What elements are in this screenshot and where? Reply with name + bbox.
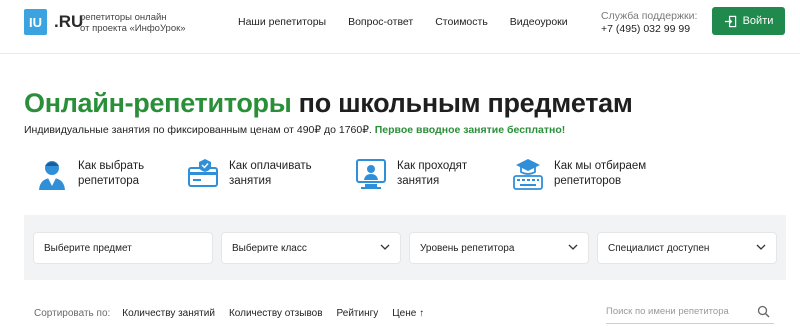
graduation-keyboard-icon — [513, 159, 543, 190]
logo-tagline-line2: от проекта «ИнфоУрок» — [80, 23, 186, 34]
video-lesson-icon — [356, 159, 386, 189]
nav-item-pricing[interactable]: Стоимость — [435, 16, 488, 28]
nav-item-faq[interactable]: Вопрос-ответ — [348, 16, 413, 28]
support-block: Служба поддержки: +7 (495) 032 99 99 — [601, 10, 697, 36]
info-link-lessons[interactable]: Как проходят занятия — [355, 156, 507, 192]
info-link-tutor-selection[interactable]: Как мы отбираем репетиторов — [512, 156, 664, 192]
page-title-highlight: Онлайн-репетиторы — [24, 88, 292, 118]
nav-item-tutors[interactable]: Наши репетиторы — [238, 16, 326, 28]
tutor-level-select-value: Уровень репетитора — [420, 242, 515, 254]
main-nav: Наши репетиторы Вопрос-ответ Стоимость В… — [238, 16, 568, 28]
promo-text: Первое вводное занятие бесплатно! — [374, 124, 566, 136]
chevron-down-icon — [568, 244, 578, 250]
page-title-rest: по школьным предметам — [291, 88, 633, 118]
search-icon[interactable] — [757, 305, 770, 318]
nav-item-video-lessons[interactable]: Видеоуроки — [510, 16, 568, 28]
page-subtitle: Индивидуальные занятия по фиксированным … — [24, 124, 565, 136]
info-link-label: Как оплачивать занятия — [229, 160, 312, 187]
login-button-label: Войти — [742, 15, 774, 27]
payment-card-icon — [188, 159, 218, 187]
page-title: Онлайн-репетиторы по школьным предметам — [24, 88, 633, 119]
grade-select-value: Выберите класс — [232, 242, 307, 254]
logo-tagline-line1: репетиторы онлайн — [80, 12, 167, 23]
sort-option-price[interactable]: Цене ↑ — [392, 308, 424, 319]
info-link-payment[interactable]: Как оплачивать занятия — [187, 156, 339, 192]
filter-panel: Выберите предмет Выберите класс Уровень … — [24, 215, 786, 280]
chevron-down-icon — [756, 244, 766, 250]
info-link-label: Как проходят занятия — [397, 160, 468, 187]
login-button[interactable]: Войти — [712, 7, 785, 35]
support-phone[interactable]: +7 (495) 032 99 99 — [601, 23, 690, 35]
info-link-choose-tutor[interactable]: Как выбрать репетитора — [36, 156, 188, 192]
logo-tagline: репетиторы онлайн от проекта «ИнфоУрок» — [80, 12, 186, 34]
info-link-label: Как выбрать репетитора — [78, 160, 145, 187]
availability-select[interactable]: Специалист доступен — [598, 233, 776, 263]
sort-label: Сортировать по: — [34, 308, 111, 319]
tutor-person-icon — [39, 161, 65, 190]
tutor-search-input[interactable] — [606, 300, 751, 322]
logo-domain: .RU — [54, 12, 84, 31]
sort-option-rating[interactable]: Рейтингу — [337, 308, 379, 319]
login-door-icon — [724, 15, 736, 27]
site-header: IU .RU репетиторы онлайн от проекта «Инф… — [0, 0, 800, 54]
availability-select-value: Специалист доступен — [608, 242, 710, 254]
tutor-level-select[interactable]: Уровень репетитора — [410, 233, 588, 263]
sort-option-reviews[interactable]: Количеству отзывов — [229, 308, 323, 319]
support-label: Служба поддержки: — [601, 10, 698, 22]
chevron-down-icon — [380, 244, 390, 250]
sort-bar: Сортировать по: Количеству занятий Колич… — [34, 308, 438, 319]
logo-mark: IU — [24, 9, 47, 35]
tutor-search — [606, 300, 774, 324]
grade-select[interactable]: Выберите класс — [222, 233, 400, 263]
subject-select[interactable]: Выберите предмет — [34, 233, 212, 263]
info-link-label: Как мы отбираем репетиторов — [554, 160, 647, 187]
site-logo[interactable]: IU .RU — [24, 9, 83, 35]
subject-select-value: Выберите предмет — [44, 242, 132, 254]
subtitle-text: Индивидуальные занятия по фиксированным … — [24, 124, 372, 136]
sort-option-lessons[interactable]: Количеству занятий — [122, 308, 215, 319]
